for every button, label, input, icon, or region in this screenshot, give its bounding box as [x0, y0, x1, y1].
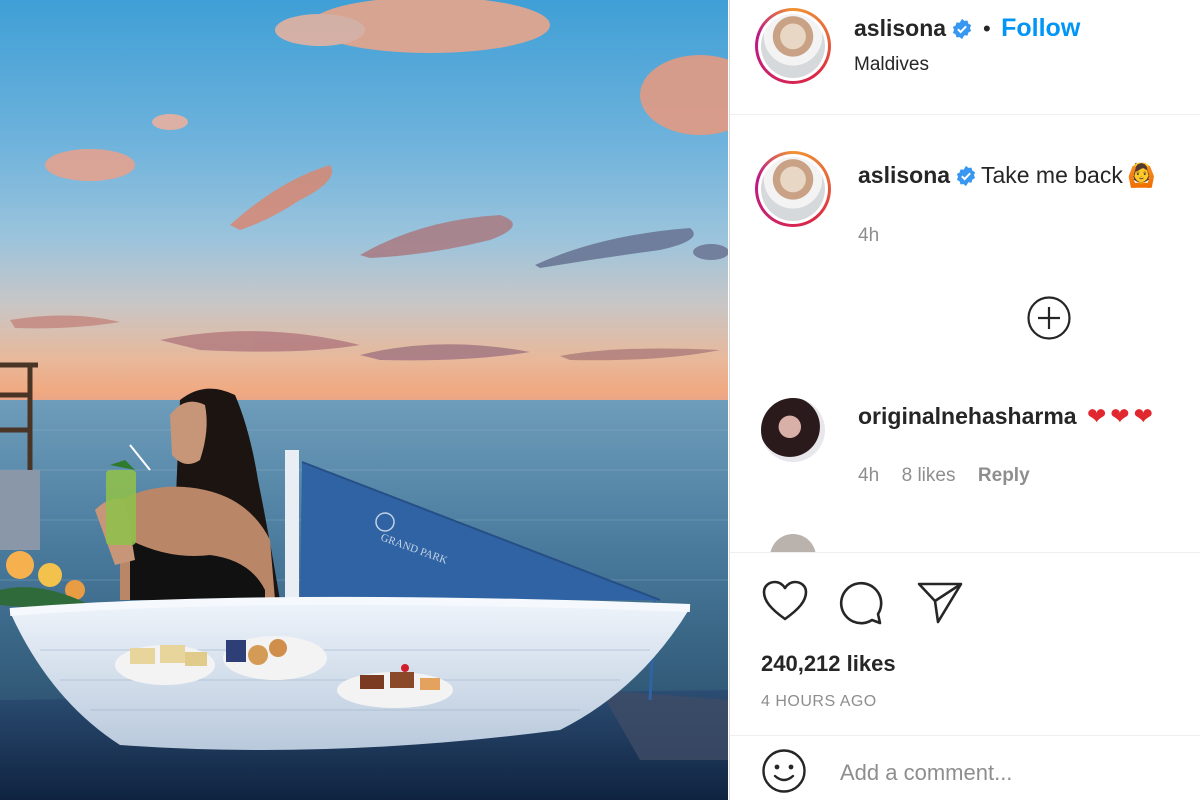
photo-artwork: GRAND PARK	[0, 0, 728, 800]
caption-time: 4h	[858, 225, 880, 246]
verified-badge-icon	[951, 18, 973, 45]
emoji-smiley-icon[interactable]	[761, 748, 807, 799]
share-send-icon[interactable]	[916, 579, 964, 630]
clouds	[10, 0, 728, 361]
post-timestamp: 4 HOURS AGO	[761, 693, 877, 710]
comment-likes[interactable]: 8 likes	[902, 465, 956, 486]
comment-time: 4h	[858, 465, 880, 486]
next-comment-peek	[770, 534, 816, 552]
add-comment-input[interactable]	[838, 752, 1182, 794]
like-count[interactable]: 240,212 likes	[761, 651, 896, 677]
add-comment-bar	[730, 735, 1200, 806]
comment-hearts: ❤❤❤	[1087, 403, 1157, 429]
header-user-row: aslisona • Follow	[854, 14, 1080, 45]
caption-emoji: 🙆	[1127, 162, 1156, 188]
verified-badge-icon	[955, 165, 977, 192]
follow-button[interactable]: Follow	[1001, 14, 1080, 42]
commenter-avatar[interactable]	[761, 398, 825, 462]
post-photo[interactable]: GRAND PARK	[0, 0, 728, 800]
comment-meta: 4h 8 likes Reply	[858, 465, 1030, 487]
caption-row: aslisona Take me back 🙆	[858, 162, 1156, 192]
comment-row: originalnehasharma ❤❤❤	[858, 403, 1157, 430]
comment-bubble-icon[interactable]	[837, 579, 885, 630]
separator-dot: •	[982, 16, 991, 41]
author-username[interactable]: aslisona	[854, 15, 946, 41]
post-header: aslisona • Follow Maldives	[730, 0, 1200, 115]
comment-reply-button[interactable]: Reply	[978, 465, 1030, 486]
post-actions: 240,212 likes 4 HOURS AGO	[730, 552, 1200, 801]
post-details-pane: aslisona • Follow Maldives aslisona Take…	[729, 0, 1200, 800]
comment-username[interactable]: originalnehasharma	[858, 403, 1077, 429]
caption-username[interactable]: aslisona	[858, 162, 950, 188]
caption-text: Take me back	[980, 162, 1123, 188]
caption-avatar[interactable]	[755, 151, 831, 227]
author-avatar[interactable]	[755, 8, 831, 84]
plus-circle-icon[interactable]	[1026, 295, 1072, 346]
like-heart-icon[interactable]	[761, 579, 809, 628]
post-location[interactable]: Maldives	[854, 54, 929, 76]
